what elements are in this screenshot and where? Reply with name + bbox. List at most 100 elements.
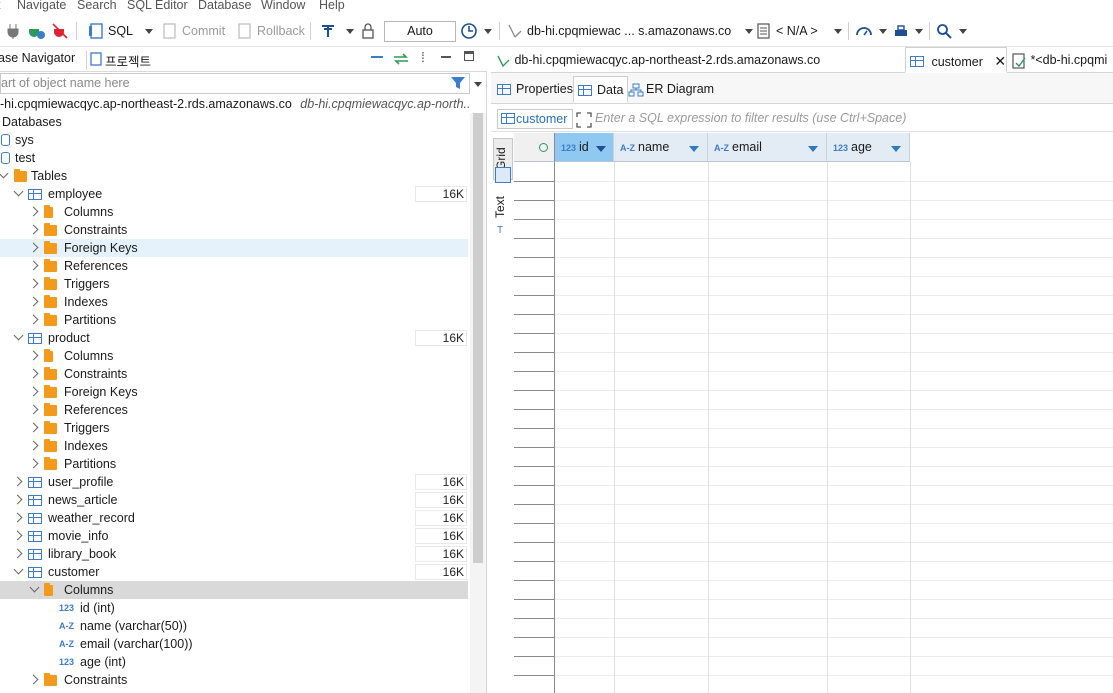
menu-navigate[interactable]: Navigate <box>17 0 66 12</box>
tree-item-foreign-keys[interactable]: Foreign Keys <box>0 239 468 257</box>
tree-item-partitions[interactable]: Partitions <box>0 455 468 473</box>
tree-item-column-email[interactable]: A-Z email (varchar(100)) <box>0 635 468 653</box>
chevron-down-icon[interactable] <box>145 28 154 34</box>
menu-database[interactable]: Database <box>198 0 252 12</box>
dashboard-button[interactable] <box>855 20 887 42</box>
connection-node[interactable]: -hi.cpqmiewacqyc.ap-northeast-2.rds.amaz… <box>0 95 470 113</box>
grid-corner[interactable] <box>514 133 555 162</box>
chevron-right-icon[interactable] <box>28 404 39 415</box>
tree-item-employee[interactable]: employee 16K <box>0 185 468 203</box>
tools-button[interactable] <box>893 20 923 42</box>
column-header-id[interactable]: 123 id <box>555 133 614 162</box>
tab-data[interactable]: Data <box>573 76 629 103</box>
chevron-right-icon[interactable] <box>28 206 39 217</box>
tree-item-triggers[interactable]: Triggers <box>0 419 468 437</box>
chevron-down-icon[interactable] <box>346 28 354 34</box>
column-header-email[interactable]: A-Z email <box>708 133 827 162</box>
tree-item-references[interactable]: References <box>0 257 468 275</box>
tree-item-customer-constraints[interactable]: Constraints <box>0 671 468 689</box>
tab-er-diagram[interactable]: ER Diagram <box>624 76 718 103</box>
link-with-editor-icon[interactable] <box>392 52 410 66</box>
tree-item-constraints[interactable]: Constraints <box>0 365 468 383</box>
sort-icon[interactable] <box>689 146 699 152</box>
tab-sql-editor[interactable]: *<db-hi.cpqmi <box>1007 47 1113 73</box>
chevron-right-icon[interactable] <box>28 458 39 469</box>
tree-item-sys[interactable]: sys <box>0 131 468 149</box>
tree-item-customer-columns[interactable]: Columns <box>0 581 468 599</box>
tree-item-news-article[interactable]: news_article 16K <box>0 491 468 509</box>
chevron-down-icon[interactable] <box>745 28 754 34</box>
tree-item-column-id[interactable]: 123 id (int) <box>0 599 468 617</box>
chevron-right-icon[interactable] <box>28 386 39 397</box>
tab-database-navigator[interactable]: ase Navigator <box>0 51 75 65</box>
disconnect-icon[interactable] <box>52 20 68 42</box>
tree-item-column-name[interactable]: A-Z name (varchar(50)) <box>0 617 468 635</box>
menu-search[interactable]: Search <box>77 0 117 12</box>
chevron-down-icon[interactable] <box>833 28 842 34</box>
transaction-mode-field[interactable]: Auto <box>384 21 456 42</box>
chevron-right-icon[interactable] <box>28 440 39 451</box>
chevron-right-icon[interactable] <box>28 368 39 379</box>
tab-text[interactable]: Text <box>493 189 513 225</box>
chevron-right-icon[interactable] <box>28 350 39 361</box>
chevron-right-icon[interactable] <box>28 278 39 289</box>
expand-icon[interactable] <box>576 112 592 128</box>
tree-item-tables[interactable]: Tables <box>0 167 468 185</box>
chevron-right-icon[interactable] <box>12 476 23 487</box>
tab-project[interactable]: 프로젝트 <box>86 51 151 70</box>
chevron-down-icon[interactable] <box>13 330 24 341</box>
tree-item-test[interactable]: test <box>0 149 468 167</box>
minimize-icon[interactable] <box>441 56 451 58</box>
chevron-down-icon[interactable] <box>0 168 9 179</box>
column-header-name[interactable]: A-Z name <box>614 133 708 162</box>
menu-window[interactable]: Window <box>261 0 305 12</box>
tree-item-partitions[interactable]: Partitions <box>0 311 468 329</box>
chevron-down-icon[interactable] <box>879 28 887 34</box>
chevron-down-icon[interactable] <box>13 564 24 575</box>
column-header-age[interactable]: 123 age <box>827 133 910 162</box>
tree-item-triggers[interactable]: Triggers <box>0 275 468 293</box>
results-grid[interactable]: 123 id A-Z name A-Z email 123 age <box>514 133 1113 693</box>
sort-icon[interactable] <box>596 146 606 152</box>
active-schema-selector[interactable]: < N/A > <box>757 20 842 42</box>
chevron-right-icon[interactable] <box>28 296 39 307</box>
chevron-right-icon[interactable] <box>28 314 39 325</box>
scrollbar-thumb[interactable] <box>473 113 483 563</box>
chevron-down-icon[interactable] <box>13 186 24 197</box>
tree-item-weather-record[interactable]: weather_record 16K <box>0 509 468 527</box>
tree-item-foreign-keys[interactable]: Foreign Keys <box>0 383 468 401</box>
tab-properties[interactable]: Properties <box>493 76 577 103</box>
chevron-down-icon[interactable] <box>959 28 967 34</box>
navigator-scrollbar[interactable] <box>470 113 486 693</box>
connect-icon[interactable] <box>6 20 20 42</box>
tree-item-indexes[interactable]: Indexes <box>0 293 468 311</box>
chevron-right-icon[interactable] <box>12 512 23 523</box>
tree-item-customer[interactable]: customer 16K <box>0 563 468 581</box>
tab-sql-script[interactable]: db-hi.cpqmiewacqyc.ap-northeast-2.rds.am… <box>491 47 903 73</box>
reconnect-icon[interactable] <box>28 20 46 42</box>
rollback-button[interactable]: Rollback <box>237 20 305 42</box>
chevron-right-icon[interactable] <box>12 530 23 541</box>
object-name-filter-input[interactable]: art of object name here <box>0 73 470 94</box>
tree-item-library-book[interactable]: library_book 16K <box>0 545 468 563</box>
maximize-icon[interactable] <box>464 51 474 61</box>
commit-button[interactable]: Commit <box>162 20 225 42</box>
close-icon[interactable]: ✕ <box>994 53 1006 69</box>
sort-icon[interactable] <box>808 146 818 152</box>
search-button[interactable] <box>936 20 967 42</box>
history-button[interactable] <box>460 20 492 42</box>
sql-editor-button[interactable]: SQL <box>88 20 154 42</box>
chevron-right-icon[interactable] <box>12 548 23 559</box>
transaction-mode-button[interactable] <box>320 20 354 42</box>
lock-icon[interactable] <box>361 20 375 42</box>
tree-item-column-age[interactable]: 123 age (int) <box>0 653 468 671</box>
grid-icon[interactable] <box>495 167 511 183</box>
filter-expression-input[interactable]: Enter a SQL expression to filter results… <box>595 111 906 125</box>
menu-help[interactable]: Help <box>319 0 345 12</box>
tree-item-movie-info[interactable]: movie_info 16K <box>0 527 468 545</box>
databases-node[interactable]: Databases <box>0 113 468 131</box>
chevron-down-icon[interactable] <box>915 28 923 34</box>
tree-item-user-profile[interactable]: user_profile 16K <box>0 473 468 491</box>
chevron-right-icon[interactable] <box>28 242 39 253</box>
sort-icon[interactable] <box>891 146 901 152</box>
